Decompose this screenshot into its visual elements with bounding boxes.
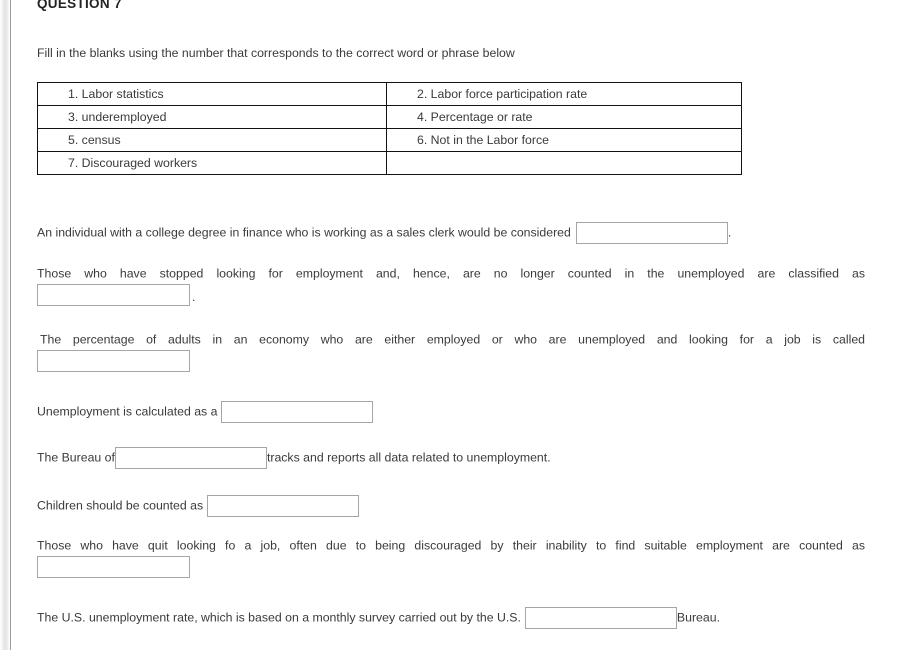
word-bank-cell: 6. Not in the Labor force: [386, 128, 742, 152]
instructions-text: Fill in the blanks using the number that…: [37, 46, 515, 60]
item-6-prompt-before: Children should be counted as: [37, 498, 204, 513]
item-1-prompt-before: An individual with a college degree in f…: [37, 225, 571, 240]
item-1-prompt-after: .: [727, 225, 732, 240]
blank-input-1[interactable]: [575, 222, 728, 244]
blank-item-7-text: Those who have quit looking fo a job, of…: [37, 537, 865, 554]
item-7-prompt-before: Those who have quit looking fo a job, of…: [37, 538, 865, 553]
blank-item-2-text: Those who have stopped looking for emplo…: [37, 265, 865, 282]
word-bank-cell: 1. Labor statistics: [37, 82, 387, 106]
blank-item-4: Unemployment is calculated as a: [37, 401, 374, 423]
item-2-prompt-after: .: [192, 290, 196, 304]
question-content: QUESTION 7 Fill in the blanks using the …: [0, 0, 901, 650]
table-row: 7. Discouraged workers: [37, 151, 742, 175]
blank-input-6[interactable]: [207, 495, 360, 517]
blank-input-4[interactable]: [221, 401, 374, 423]
blank-item-8: The U.S. unemployment rate, which is bas…: [37, 607, 720, 629]
item-8-prompt-before: The U.S. unemployment rate, which is bas…: [37, 610, 521, 625]
word-bank-cell: 7. Discouraged workers: [37, 151, 387, 175]
word-bank-cell: [386, 151, 742, 175]
page-title: QUESTION 7: [37, 0, 122, 11]
table-row: 5. census 6. Not in the Labor force: [37, 128, 742, 152]
word-bank-cell: 4. Percentage or rate: [386, 105, 742, 129]
blank-item-3-text: The percentage of adults in an economy w…: [40, 331, 865, 348]
blank-item-6: Children should be counted as: [37, 495, 360, 517]
blank-input-8[interactable]: [524, 607, 677, 629]
blank-input-5[interactable]: [114, 447, 267, 469]
item-5-prompt-after: tracks and reports all data related to u…: [266, 450, 551, 465]
blank-input-2[interactable]: [37, 284, 190, 306]
blank-item-1: An individual with a college degree in f…: [37, 222, 867, 244]
item-4-prompt-before: Unemployment is calculated as a: [37, 404, 218, 419]
item-3-prompt-before: The percentage of adults in an economy w…: [40, 332, 865, 347]
word-bank-cell: 5. census: [37, 128, 387, 152]
table-row: 1. Labor statistics 2. Labor force parti…: [37, 82, 742, 106]
item-5-prompt-before: The Bureau of: [37, 450, 115, 465]
blank-item-5: The Bureau of tracks and reports all data…: [37, 447, 551, 469]
blank-input-3[interactable]: [37, 350, 190, 372]
word-bank-table: 1. Labor statistics 2. Labor force parti…: [37, 82, 742, 175]
item-8-prompt-after: Bureau.: [676, 610, 720, 625]
blank-input-7[interactable]: [37, 556, 190, 578]
table-row: 3. underemployed 4. Percentage or rate: [37, 105, 742, 129]
word-bank-cell: 3. underemployed: [37, 105, 387, 129]
word-bank-cell: 2. Labor force participation rate: [386, 82, 742, 106]
item-2-prompt-before: Those who have stopped looking for emplo…: [37, 266, 865, 281]
